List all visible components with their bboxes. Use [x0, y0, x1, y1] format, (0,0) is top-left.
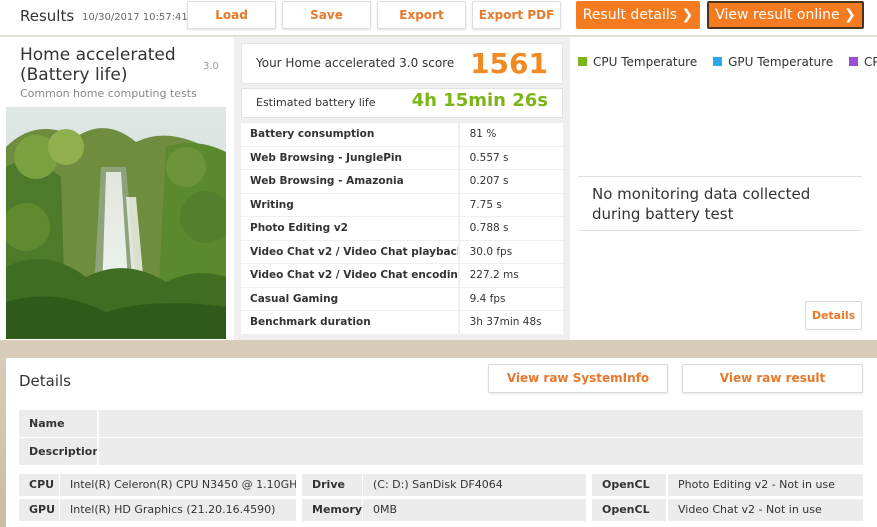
battery-life-box: Estimated battery life 4h 15min 26s: [241, 88, 563, 118]
gpu-value: Intel(R) HD Graphics (21.20.16.4590): [60, 499, 296, 521]
result-row: Web Browsing - JunglePin 0.557 s: [241, 146, 563, 170]
result-value: 0.207 s: [459, 170, 563, 194]
description-field[interactable]: [97, 438, 863, 465]
test-name: Home accelerated (Battery life): [20, 45, 176, 85]
result-row: Video Chat v2 / Video Chat encoding v222…: [241, 264, 563, 288]
name-row: Name: [19, 410, 863, 437]
result-details-button[interactable]: Result details ❯: [576, 1, 700, 29]
export-button[interactable]: Export: [377, 1, 466, 29]
cpu-value: Intel(R) Celeron(R) CPU N3450 @ 1.10GHz: [60, 474, 296, 496]
result-row: Writing 7.75 s: [241, 193, 563, 217]
result-name: Web Browsing - Amazonia: [241, 170, 458, 194]
legend-swatch: [849, 57, 859, 66]
description-label: Description: [19, 438, 100, 465]
gpu-label: GPU: [19, 499, 59, 521]
monitoring-details-button[interactable]: Details: [805, 301, 862, 330]
benchmark-hero-image: [6, 107, 226, 339]
no-monitoring-message: No monitoring data collected during batt…: [578, 176, 862, 231]
result-name: Photo Editing v2: [241, 217, 458, 241]
result-row: Casual Gaming 9.4 fps: [241, 287, 563, 311]
view-raw-result-button[interactable]: View raw result: [682, 364, 863, 393]
result-row: Video Chat v2 / Video Chat playback 1 v3…: [241, 240, 563, 264]
result-value: 227.2 ms: [459, 264, 563, 288]
drive-value: (C: D:) SanDisk DF4064: [363, 474, 586, 496]
name-field[interactable]: [97, 410, 863, 437]
result-panel: Home accelerated (Battery life) 3.0 Comm…: [0, 37, 877, 340]
memory-label: Memory: [302, 499, 362, 521]
result-value: 81 %: [459, 123, 563, 147]
opencl-value: Video Chat v2 - Not in use: [668, 499, 863, 521]
result-value: 3h 37min 48s: [459, 311, 563, 335]
legend-swatch: [713, 57, 723, 66]
result-name: Writing: [241, 193, 458, 217]
drive-label: Drive: [302, 474, 362, 496]
opencl-value: Photo Editing v2 - Not in use: [668, 474, 863, 496]
result-row: Photo Editing v2 0.788 s: [241, 217, 563, 241]
result-name: Video Chat v2 / Video Chat encoding v2: [241, 264, 458, 288]
view-raw-systeminfo-button[interactable]: View raw SystemInfo: [488, 364, 668, 393]
view-result-online-label: View result online: [715, 7, 840, 23]
result-name: Casual Gaming: [241, 287, 458, 311]
score-box: Your Home accelerated 3.0 score 1561: [241, 43, 563, 84]
results-toolbar: Results 10/30/2017 10:57:41 Load Save Ex…: [0, 0, 877, 36]
results-table: Battery consumption 81 % Web Browsing - Ju…: [241, 123, 563, 335]
results-title: Results: [20, 7, 75, 25]
load-button[interactable]: Load: [187, 1, 276, 29]
opencl-label: OpenCL 1.1: [592, 499, 666, 527]
result-name: Benchmark duration: [241, 311, 458, 335]
details-title: Details: [19, 372, 72, 390]
result-value: 9.4 fps: [459, 287, 563, 311]
save-button[interactable]: Save: [282, 1, 371, 29]
battery-life-value: 4h 15min 26s: [411, 90, 548, 111]
legend-label: CPU Temperature: [593, 55, 698, 69]
monitoring-legend: CPU Temperature GPU Temperature CPU Cl: [578, 55, 877, 69]
details-panel: Details View raw SystemInfo View raw res…: [6, 358, 877, 527]
cpu-label: CPU: [19, 474, 59, 496]
result-row: Web Browsing - Amazonia 0.207 s: [241, 170, 563, 194]
legend-item: CPU Temperature: [578, 55, 697, 69]
result-value: 7.75 s: [459, 193, 563, 217]
chevron-right-icon: ❯: [844, 7, 856, 23]
legend-item: GPU Temperature: [713, 55, 833, 69]
battery-life-label: Estimated battery life: [256, 96, 376, 109]
result-row: Battery consumption 81 %: [241, 123, 563, 147]
memory-value: 0MB: [363, 499, 586, 521]
chevron-right-icon: ❯: [681, 7, 694, 23]
view-result-online-button[interactable]: View result online ❯: [707, 1, 864, 29]
legend-label: CPU Cl: [864, 55, 877, 69]
legend-label: GPU Temperature: [728, 55, 834, 69]
result-name: Video Chat v2 / Video Chat playback 1 v: [241, 240, 458, 264]
legend-item: CPU Cl: [849, 55, 877, 69]
results-date: 10/30/2017 10:57:41: [82, 12, 188, 23]
result-value: 30.0 fps: [459, 240, 563, 264]
result-row: Benchmark duration 3h 37min 48s: [241, 311, 563, 335]
result-name: Web Browsing - JunglePin: [241, 146, 458, 170]
test-version: 3.0: [203, 61, 219, 72]
score-label: Your Home accelerated 3.0 score: [256, 56, 455, 70]
opencl-label: OpenCL 1.1: [592, 474, 666, 513]
description-row: Description: [19, 438, 863, 465]
score-area: Your Home accelerated 3.0 score 1561 Est…: [234, 37, 570, 340]
export-pdf-button[interactable]: Export PDF: [472, 1, 561, 29]
test-subtitle: Common home computing tests: [20, 87, 197, 100]
result-value: 0.788 s: [459, 217, 563, 241]
result-value: 0.557 s: [459, 146, 563, 170]
result-name: Battery consumption: [241, 123, 458, 147]
name-label: Name: [19, 410, 95, 437]
legend-swatch: [578, 57, 587, 66]
result-details-label: Result details: [582, 7, 678, 23]
score-value: 1561: [470, 47, 548, 80]
